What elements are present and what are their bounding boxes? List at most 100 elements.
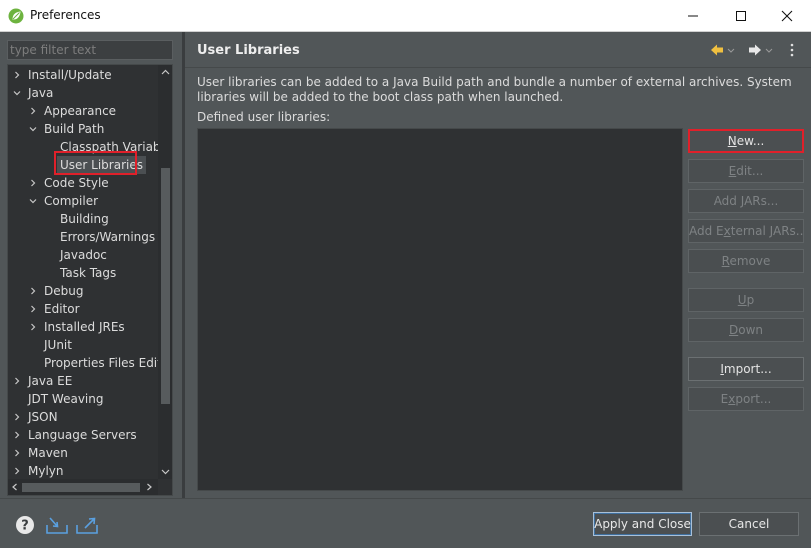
tree-item[interactable]: Errors/Warnings: [8, 228, 158, 246]
apply-and-close-button[interactable]: Apply and Close: [593, 512, 692, 536]
export-preferences-icon[interactable]: [75, 515, 99, 535]
down-button-mnemonic: D: [728, 323, 739, 337]
export-button[interactable]: Export...: [688, 387, 804, 411]
remove-button[interactable]: Remove: [688, 249, 804, 273]
chevron-right-icon[interactable]: [29, 305, 37, 313]
help-icon[interactable]: ?: [15, 515, 35, 535]
tree-item[interactable]: Installed JREs: [8, 318, 158, 336]
tree-item-label: User Libraries: [57, 156, 146, 174]
maximize-button[interactable]: [718, 0, 764, 32]
maximize-icon: [736, 11, 746, 21]
tree-item[interactable]: User Libraries: [8, 156, 158, 174]
tree-item[interactable]: JSON: [8, 408, 158, 426]
view-menu-icon[interactable]: [788, 42, 796, 58]
tree-item[interactable]: Building: [8, 210, 158, 228]
chevron-right-icon[interactable]: [13, 413, 21, 421]
scroll-right-icon[interactable]: [145, 483, 153, 491]
scroll-left-icon[interactable]: [11, 483, 19, 491]
chevron-right-icon[interactable]: [29, 323, 37, 331]
tree-item-label: Building: [60, 212, 109, 226]
tree-vertical-scrollbar[interactable]: [158, 65, 172, 479]
tree-item-label: Classpath Variable: [60, 140, 158, 154]
up-button[interactable]: Up: [688, 288, 804, 312]
dialog-button-bar: ? Apply and Close Cancel: [0, 498, 811, 548]
edit-button[interactable]: Edit...: [688, 159, 804, 183]
tree-item[interactable]: Install/Update: [8, 66, 158, 84]
chevron-right-icon[interactable]: [13, 431, 21, 439]
down-button-post: own: [738, 323, 763, 337]
add-external-jars-button[interactable]: Add External JARs...: [688, 219, 804, 243]
chevron-right-icon[interactable]: [13, 449, 21, 457]
user-libraries-list[interactable]: [197, 128, 683, 491]
chevron-down-icon[interactable]: [29, 125, 37, 133]
import-preferences-icon[interactable]: [45, 515, 69, 535]
chevron-right-icon[interactable]: [13, 467, 21, 475]
tree-item[interactable]: Javadoc: [8, 246, 158, 264]
tree-item[interactable]: Compiler: [8, 192, 158, 210]
back-arrow-icon[interactable]: [709, 42, 735, 58]
tree-item[interactable]: Task Tags: [8, 264, 158, 282]
chevron-down-icon[interactable]: [13, 89, 21, 97]
window-title: Preferences: [30, 8, 101, 22]
tree-item-label: Code Style: [44, 176, 109, 190]
tree-item[interactable]: Properties Files Edito: [8, 354, 158, 372]
tree-item[interactable]: Mylyn: [8, 462, 158, 479]
horizontal-scroll-thumb[interactable]: [22, 483, 140, 492]
tree-horizontal-scrollbar[interactable]: [8, 479, 158, 495]
tree-item[interactable]: JDT Weaving: [8, 390, 158, 408]
tree-item[interactable]: Java: [8, 84, 158, 102]
close-button[interactable]: [764, 0, 810, 32]
tree-item-label: Properties Files Edito: [44, 356, 158, 370]
tree-item[interactable]: Code Style: [8, 174, 158, 192]
cancel-button[interactable]: Cancel: [699, 512, 799, 536]
spring-leaf-icon: [8, 8, 24, 24]
remove-button-post: emove: [729, 254, 771, 268]
minimize-button[interactable]: [670, 0, 716, 32]
preference-page: User Libraries User libraries can be add…: [185, 32, 811, 498]
tree-item[interactable]: Debug: [8, 282, 158, 300]
tree-item-label: JSON: [28, 410, 58, 424]
window-title-bar: Preferences: [0, 0, 811, 32]
chevron-right-icon[interactable]: [13, 71, 21, 79]
filter-input[interactable]: [7, 40, 173, 60]
scrollbar-corner: [158, 479, 172, 495]
tree-item-label: Editor: [44, 302, 80, 316]
tree-item-label: Java: [28, 86, 54, 100]
chevron-right-icon[interactable]: [29, 287, 37, 295]
tree-item[interactable]: JUnit: [8, 336, 158, 354]
new-button[interactable]: New...: [688, 129, 804, 153]
tree-item[interactable]: Maven: [8, 444, 158, 462]
tree-item-label: Javadoc: [60, 248, 107, 262]
add-jars-button[interactable]: Add JARs...: [688, 189, 804, 213]
tree-item-label: Debug: [44, 284, 84, 298]
tree-item[interactable]: Java EE: [8, 372, 158, 390]
chevron-right-icon[interactable]: [13, 377, 21, 385]
export-button-post: port...: [735, 392, 772, 406]
forward-arrow-icon[interactable]: [747, 42, 773, 58]
page-description: User libraries can be added to a Java Bu…: [197, 75, 792, 104]
add-external-jars-button-mnemonic: x: [723, 224, 731, 238]
vertical-scroll-thumb[interactable]: [161, 168, 170, 404]
tree-item[interactable]: Appearance: [8, 102, 158, 120]
scroll-up-icon[interactable]: [161, 68, 170, 77]
tree-item-label: Task Tags: [60, 266, 117, 280]
new-button-mnemonic: N: [727, 134, 737, 148]
up-button-post: p: [746, 293, 755, 307]
scroll-down-icon[interactable]: [161, 467, 170, 476]
close-icon: [781, 10, 793, 22]
chevron-down-icon[interactable]: [29, 197, 37, 205]
tree-item[interactable]: Language Servers: [8, 426, 158, 444]
add-external-jars-button-pre: Add E: [689, 224, 724, 238]
chevron-right-icon[interactable]: [29, 179, 37, 187]
tree-item-label: Build Path: [44, 122, 105, 136]
tree-item[interactable]: Build Path: [8, 120, 158, 138]
chevron-right-icon[interactable]: [29, 107, 37, 115]
tree-item[interactable]: Classpath Variable: [8, 138, 158, 156]
preferences-navigation: Install/Update Java Appearance Build Path Cl…: [0, 32, 182, 498]
page-title: User Libraries: [197, 43, 300, 58]
edit-button-post: dit...: [736, 164, 764, 178]
down-button[interactable]: Down: [688, 318, 804, 342]
import-button[interactable]: Import...: [688, 357, 804, 381]
tree-item-label: Mylyn: [28, 464, 64, 478]
tree-item[interactable]: Editor: [8, 300, 158, 318]
